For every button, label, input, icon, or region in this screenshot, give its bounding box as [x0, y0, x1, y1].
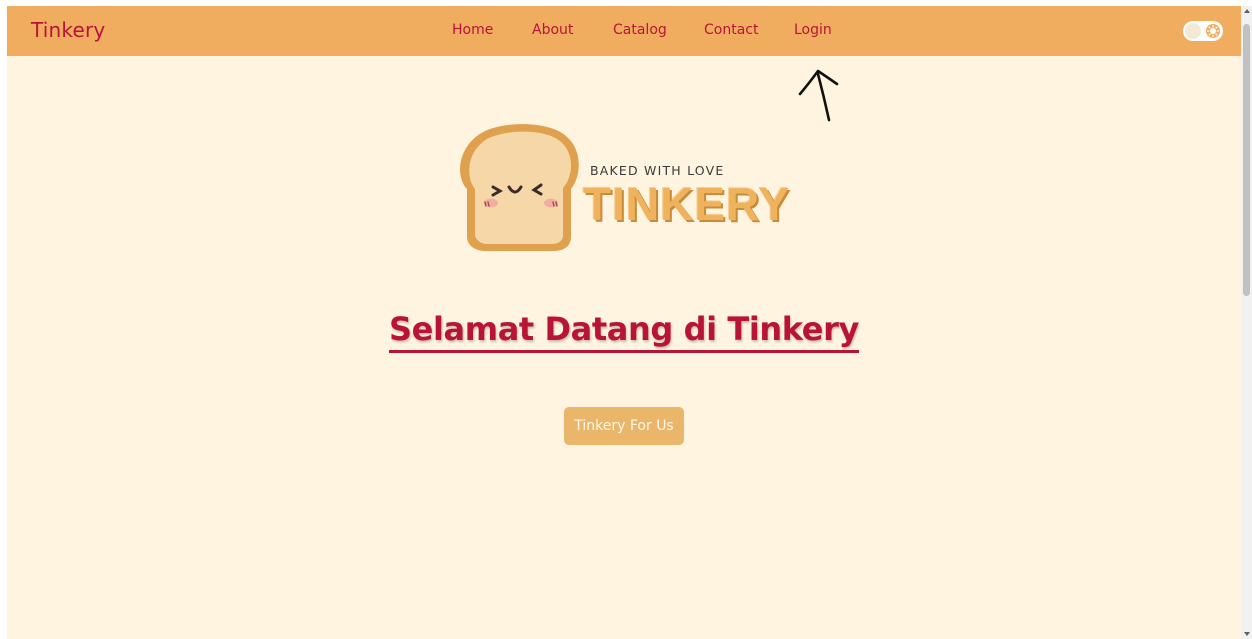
hero-title: Selamat Datang di Tinkery: [389, 310, 859, 353]
nav-home[interactable]: Home: [452, 22, 493, 38]
logo-wordmark: TINKERY: [583, 178, 791, 230]
tinkery-logo: BAKED WITH LOVE TINKERY: [455, 119, 795, 254]
hero-title-wrapper: Selamat Datang di Tinkery: [7, 310, 1241, 353]
toggle-knob: [1185, 23, 1201, 39]
nav-contact[interactable]: Contact: [704, 22, 758, 38]
nav-about[interactable]: About: [532, 22, 573, 38]
tinkery-for-us-button[interactable]: Tinkery For Us: [564, 407, 684, 445]
scroll-down-icon[interactable]: [1244, 632, 1250, 636]
scroll-thumb[interactable]: [1243, 24, 1250, 296]
nav-catalog[interactable]: Catalog: [613, 22, 667, 38]
toast-mascot-icon: [460, 124, 579, 251]
vertical-scrollbar[interactable]: [1241, 6, 1252, 639]
navbar: Tinkery Home About Catalog Contact Login: [7, 6, 1241, 56]
nav-login[interactable]: Login: [794, 22, 832, 38]
arrow-up-icon: [798, 69, 839, 122]
page-viewport: Tinkery Home About Catalog Contact Login: [7, 6, 1241, 639]
nav-links: Home About Catalog Contact Login: [7, 22, 1241, 42]
logo-tagline: BAKED WITH LOVE: [590, 163, 725, 178]
scroll-up-icon[interactable]: [1244, 9, 1250, 13]
theme-toggle[interactable]: [1183, 21, 1223, 41]
sun-icon: [1206, 24, 1220, 38]
